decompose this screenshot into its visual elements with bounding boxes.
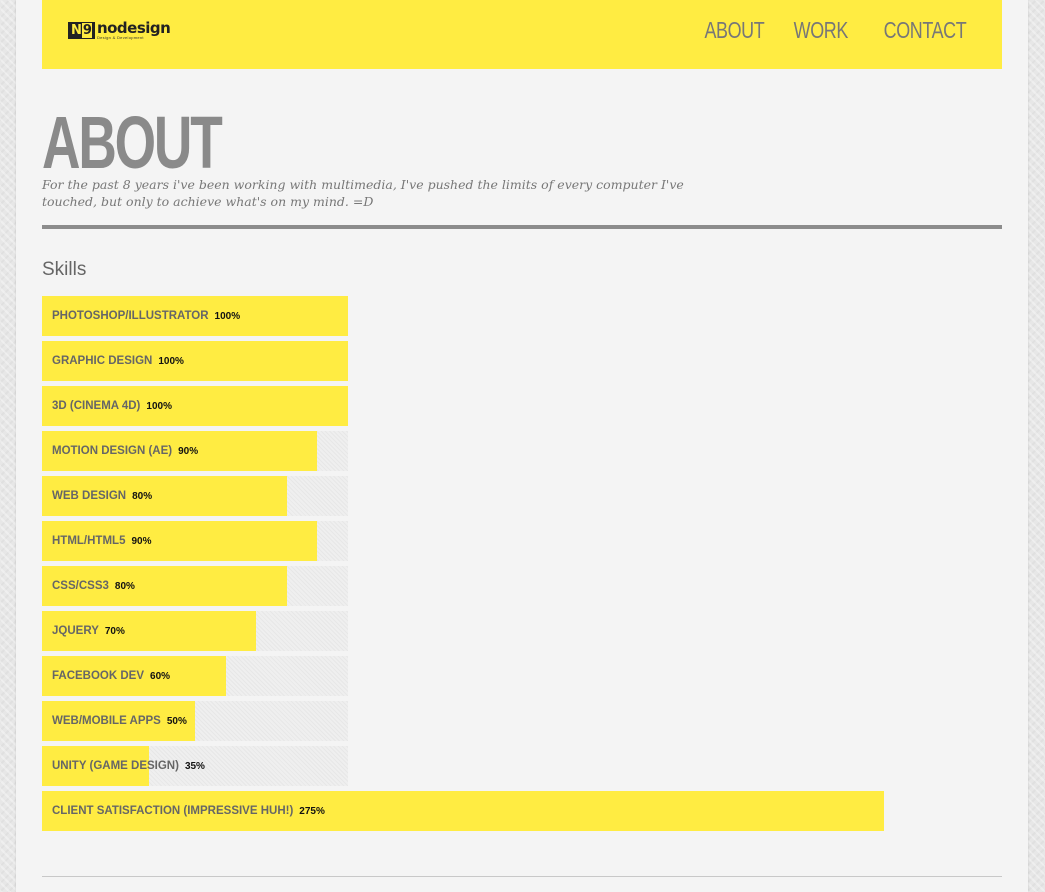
skill-bar: CLIENT SATISFACTION (IMPRESSIVE HUH!) 275… (42, 791, 1002, 831)
skill-name: GRAPHIC DESIGN (52, 355, 153, 367)
skill-label: WEB DESIGN 80% (52, 476, 152, 516)
skill-bar: 3D (CINEMA 4D) 100% (42, 386, 1002, 426)
skill-bar: JQUERY 70% (42, 611, 1002, 651)
intro-text: For the past 8 years i've been working w… (42, 177, 684, 209)
skill-percent: 90% (131, 536, 152, 547)
skill-label: CLIENT SATISFACTION (IMPRESSIVE HUH!) 275… (52, 791, 325, 831)
skill-name: FACEBOOK DEV (52, 670, 145, 682)
skill-bar: WEB/MOBILE APPS 50% (42, 701, 1002, 741)
skill-percent: 35% (184, 761, 205, 772)
skill-percent: 80% (132, 491, 153, 502)
skill-bar: UNITY (GAME DESIGN) 35% (42, 746, 1002, 786)
site-logo[interactable]: N9 nodesign Design & Development (68, 19, 171, 41)
logo-wordmark: nodesign (96, 19, 171, 37)
skill-label: MOTION DESIGN (AE) 90% (52, 431, 198, 471)
skill-name: PHOTOSHOP/ILLUSTRATOR (52, 310, 209, 322)
skill-name: MOTION DESIGN (AE) (52, 445, 173, 457)
skill-name: CSS/CSS3 (52, 580, 109, 592)
skill-name: HTML/HTML5 (52, 535, 126, 547)
skill-name: WEB DESIGN (52, 490, 127, 502)
main-nav: ABOUT WORK CONTACT (696, 17, 978, 44)
skill-bar: WEB DESIGN 80% (42, 476, 1002, 516)
logo-tagline: Design & Development (96, 35, 144, 40)
skill-bar: MOTION DESIGN (AE) 90% (42, 431, 1002, 471)
skill-percent: 100% (146, 401, 172, 412)
skill-bar: HTML/HTML5 90% (42, 521, 1002, 561)
logo-mark: N9 (68, 22, 95, 39)
skill-bar: PHOTOSHOP/ILLUSTRATOR 100% (42, 296, 1002, 336)
skill-label: 3D (CINEMA 4D) 100% (52, 386, 172, 426)
skill-label: PHOTOSHOP/ILLUSTRATOR 100% (52, 296, 240, 336)
skill-name: 3D (CINEMA 4D) (52, 400, 141, 412)
skills-list: PHOTOSHOP/ILLUSTRATOR 100% GRAPHIC DESIGN 1… (42, 296, 1002, 836)
skill-percent: 100% (158, 356, 184, 367)
skill-name: JQUERY (52, 625, 99, 637)
skill-label: WEB/MOBILE APPS 50% (52, 701, 187, 741)
page-container: N9 nodesign Design & Development ABOUT W… (16, 0, 1028, 892)
skill-percent: 70% (104, 626, 125, 637)
logo-text: nodesign Design & Development (96, 19, 171, 41)
nav-work[interactable]: WORK (794, 17, 849, 44)
skill-percent: 90% (178, 446, 199, 457)
skill-name: UNITY (GAME DESIGN) (52, 760, 179, 772)
nav-about[interactable]: ABOUT (704, 17, 764, 44)
skill-label: CSS/CSS3 80% (52, 566, 135, 606)
skill-name: CLIENT SATISFACTION (IMPRESSIVE HUH!) (52, 805, 294, 817)
nav-contact[interactable]: CONTACT (884, 17, 967, 44)
skill-name: WEB/MOBILE APPS (52, 715, 161, 727)
page-title: ABOUT (42, 101, 223, 184)
footer-divider (42, 876, 1002, 877)
skill-percent: 50% (166, 716, 187, 727)
skill-percent: 60% (150, 671, 171, 682)
skill-percent: 80% (114, 581, 135, 592)
section-divider (42, 225, 1002, 229)
skills-heading: Skills (42, 259, 87, 280)
skill-label: UNITY (GAME DESIGN) 35% (52, 746, 205, 786)
skill-bar: FACEBOOK DEV 60% (42, 656, 1002, 696)
skill-bar: CSS/CSS3 80% (42, 566, 1002, 606)
skill-label: JQUERY 70% (52, 611, 125, 651)
skill-label: HTML/HTML5 90% (52, 521, 151, 561)
skill-label: FACEBOOK DEV 60% (52, 656, 170, 696)
skill-percent: 100% (214, 311, 241, 322)
skill-label: GRAPHIC DESIGN 100% (52, 341, 184, 381)
skill-bar: GRAPHIC DESIGN 100% (42, 341, 1002, 381)
skill-percent: 275% (299, 806, 325, 817)
site-header: N9 nodesign Design & Development ABOUT W… (42, 0, 1002, 69)
